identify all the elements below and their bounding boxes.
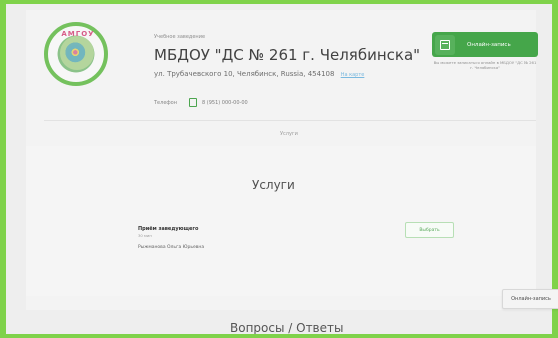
choose-service-button[interactable]: Выбрать — [405, 222, 454, 238]
calendar-icon-box — [435, 34, 455, 55]
online-booking-button[interactable]: Онлайн-запись — [432, 32, 538, 57]
header-divider — [44, 120, 536, 121]
calendar-icon — [440, 39, 450, 50]
online-booking-note: Вы можете записаться онлайн в МБДОУ "ДС … — [433, 60, 537, 70]
organization-title: МБДОУ "ДС № 261 г. Челябинска" — [154, 46, 421, 64]
map-link[interactable]: На карте — [341, 72, 365, 78]
organization-address: ул. Трубачевского 10, Челябинск, Russia,… — [154, 70, 364, 78]
app-frame: АМГОУ Учебное заведение МБДОУ "ДС № 261 … — [6, 4, 552, 334]
services-section — [26, 146, 536, 296]
floating-online-booking-button[interactable]: Онлайн-запись — [502, 289, 558, 309]
tab-services[interactable]: Услуги — [280, 131, 298, 137]
service-name: Приём заведующего — [138, 226, 199, 232]
services-title: Услуги — [252, 178, 295, 192]
phone-icon — [189, 98, 197, 107]
phone-number[interactable]: 8 (951) 000-00-00 — [202, 100, 248, 106]
faq-title: Вопросы / Ответы — [230, 321, 344, 334]
service-duration: 30 мин — [138, 233, 152, 238]
phone-label: Телефон — [154, 100, 178, 106]
organization-logo-icon: АМГОУ — [44, 22, 108, 86]
online-booking-label: Онлайн-запись — [467, 41, 511, 48]
logo-emblem-icon — [60, 36, 94, 70]
service-person: Рыжманова Ольга Юрьевна — [138, 245, 205, 250]
address-text: ул. Трубачевского 10, Челябинск, Russia,… — [154, 70, 335, 78]
logo-wordmark: АМГОУ — [61, 30, 95, 38]
organization-kind: Учебное заведение — [154, 34, 206, 40]
